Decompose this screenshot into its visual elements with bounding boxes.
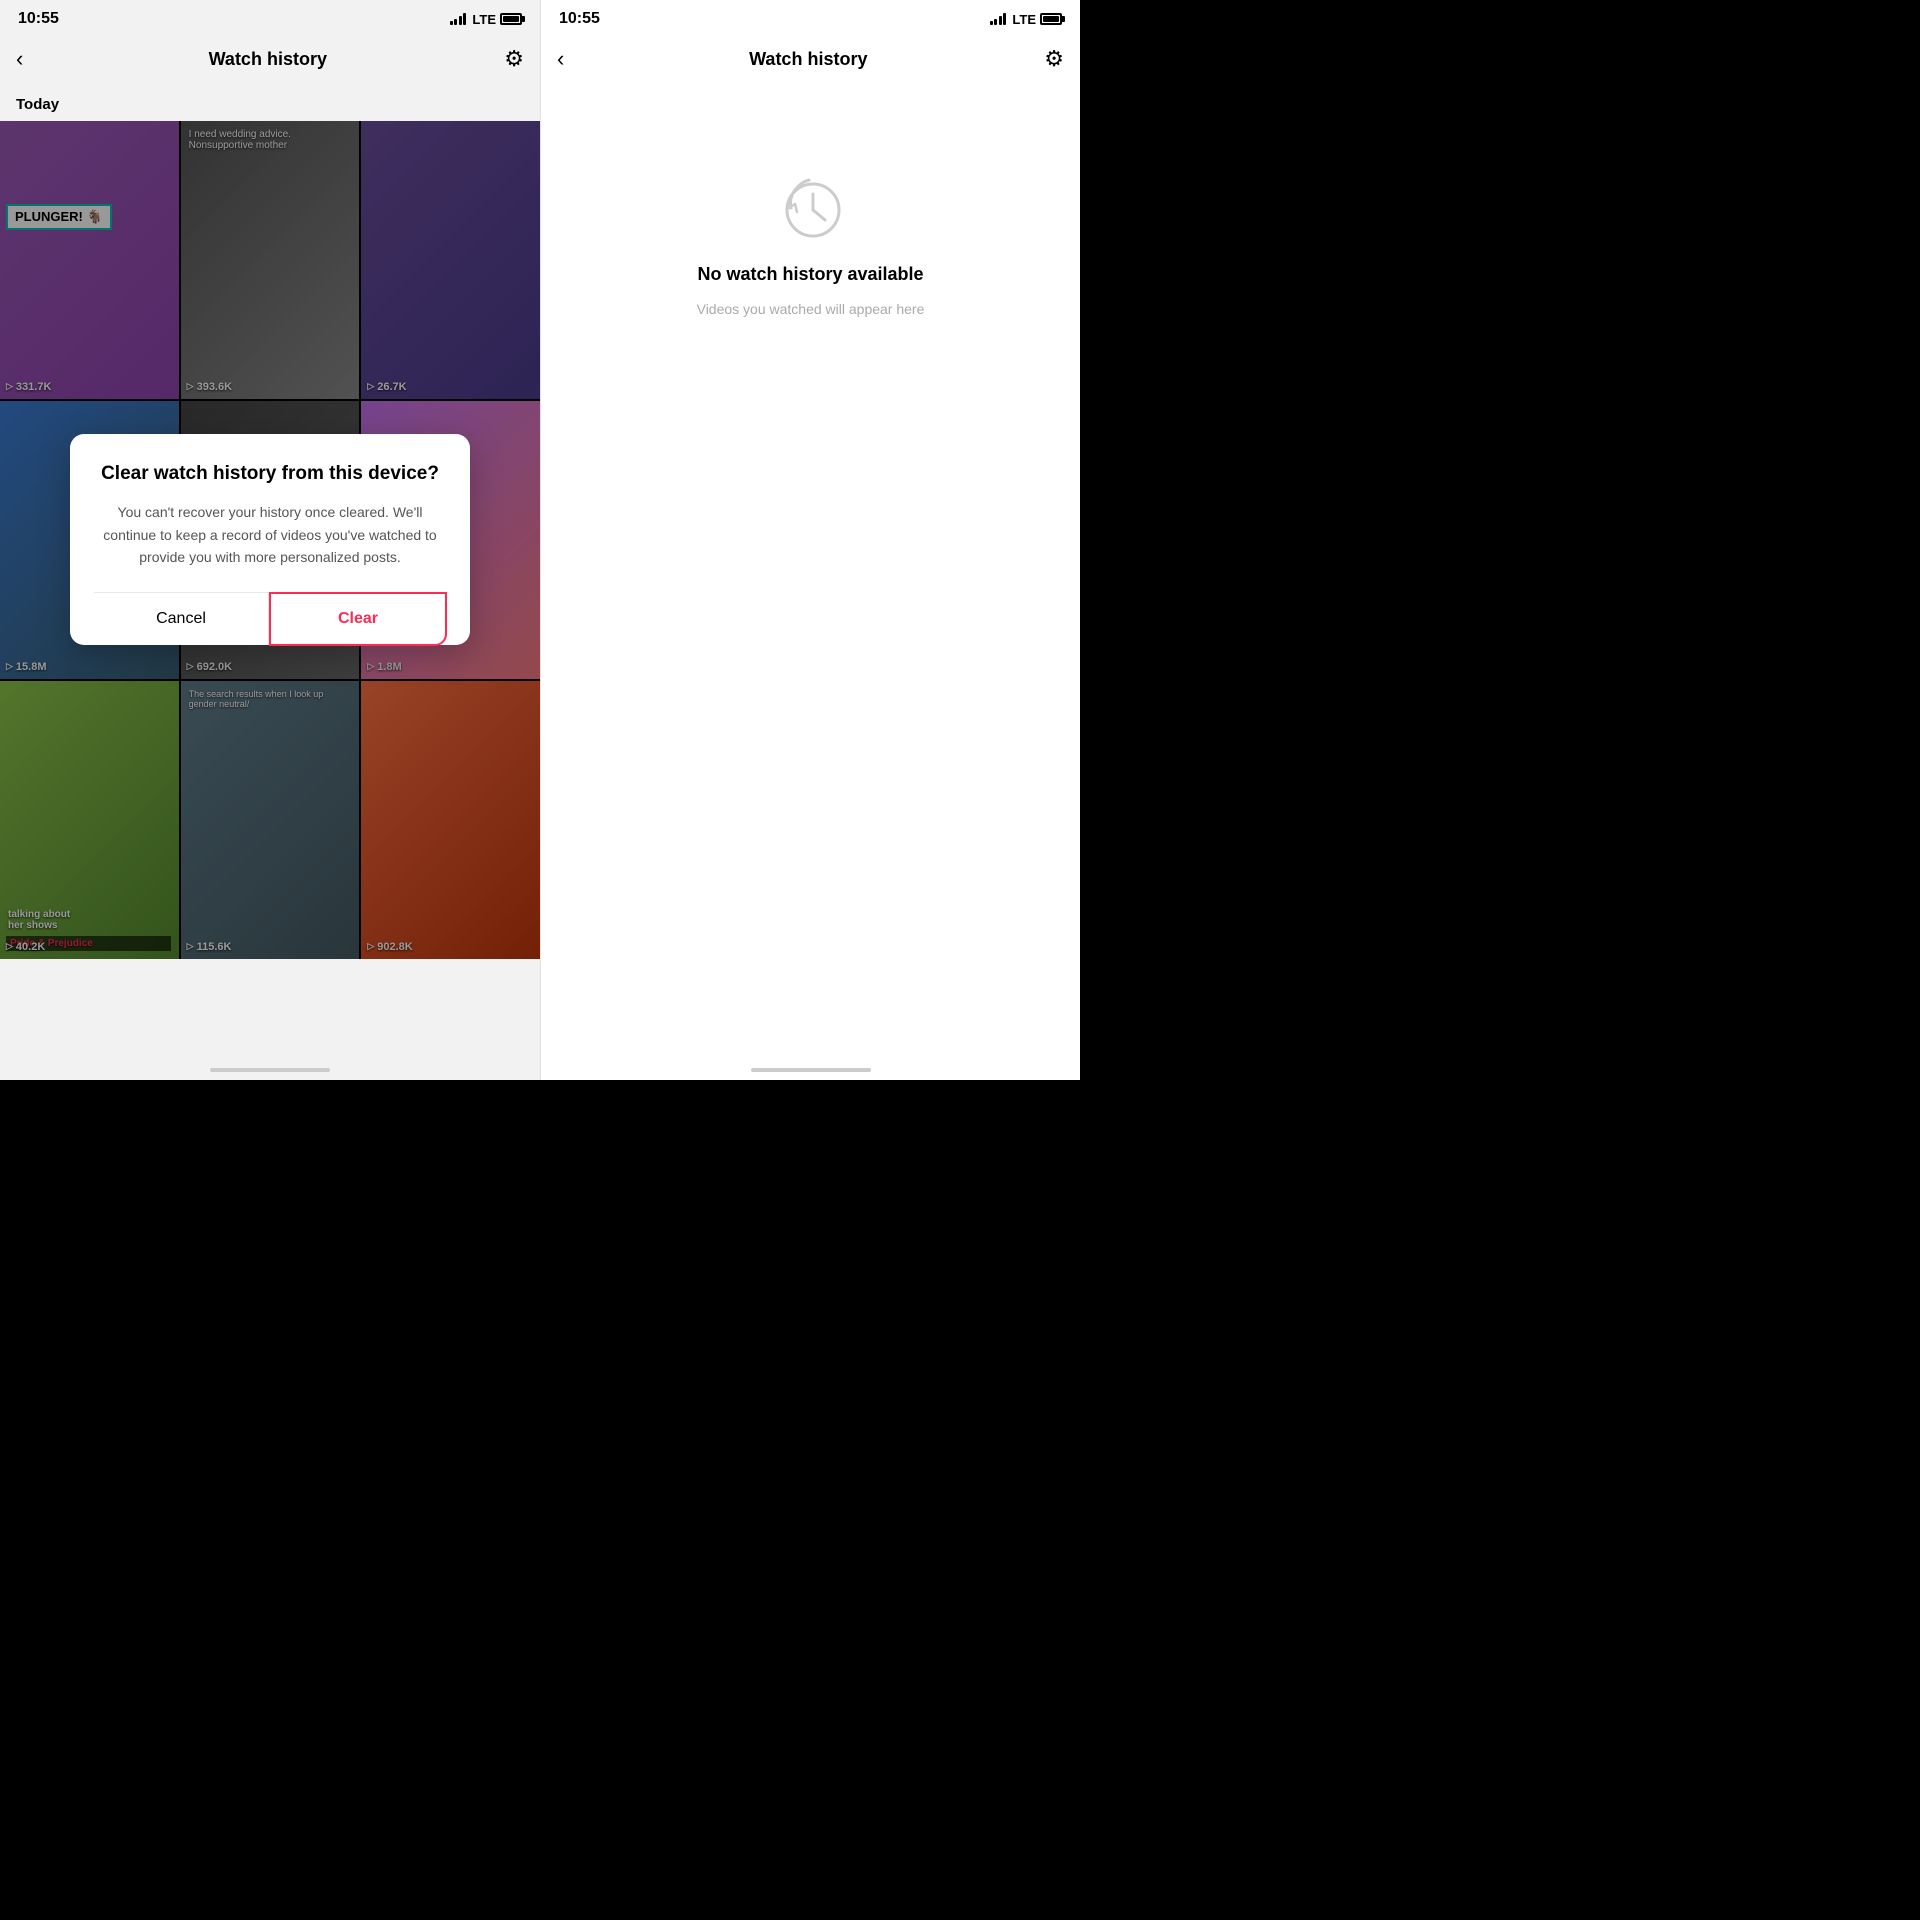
modal-body: You can't recover your history once clea…: [94, 501, 446, 568]
right-home-indicator: [751, 1068, 871, 1072]
left-settings-icon[interactable]: ⚙: [504, 46, 524, 72]
left-page-title: Watch history: [209, 49, 327, 70]
modal-actions: Cancel Clear: [94, 592, 446, 645]
left-status-bar: 10:55 LTE: [0, 0, 540, 34]
left-status-icons: LTE: [450, 12, 522, 27]
empty-subtitle: Videos you watched will appear here: [697, 301, 925, 317]
right-status-icons: LTE: [990, 12, 1062, 27]
left-phone: 10:55 LTE ‹ Watch history ⚙ Today PLU: [0, 0, 540, 1080]
right-status-bar: 10:55 LTE: [541, 0, 1080, 34]
left-nav-bar: ‹ Watch history ⚙: [0, 34, 540, 88]
left-time: 10:55: [18, 10, 59, 28]
empty-title: No watch history available: [697, 264, 923, 285]
video-grid-container: PLUNGER! 🐐 ▷ 331.7K I need wedding advic…: [0, 121, 540, 959]
right-signal-bars-icon: [990, 13, 1007, 25]
clear-history-modal: Clear watch history from this device? Yo…: [70, 434, 470, 645]
right-page-title: Watch history: [749, 49, 867, 70]
left-back-button[interactable]: ‹: [16, 42, 31, 76]
modal-title: Clear watch history from this device?: [94, 462, 446, 487]
lte-label: LTE: [472, 12, 496, 27]
right-nav-bar: ‹ Watch history ⚙: [541, 34, 1080, 88]
right-battery-icon: [1040, 13, 1062, 25]
right-settings-icon[interactable]: ⚙: [1044, 46, 1064, 72]
battery-icon: [500, 13, 522, 25]
right-back-button[interactable]: ‹: [557, 42, 572, 76]
history-icon-wrap: [771, 168, 851, 248]
left-home-indicator: [210, 1068, 330, 1072]
cancel-button[interactable]: Cancel: [94, 593, 269, 645]
signal-bars-icon: [450, 13, 467, 25]
right-phone: 10:55 LTE ‹ Watch history ⚙: [540, 0, 1080, 1080]
history-clock-icon: [775, 172, 847, 244]
modal-overlay: Clear watch history from this device? Yo…: [0, 121, 540, 959]
right-lte-label: LTE: [1012, 12, 1036, 27]
section-today: Today: [0, 88, 540, 121]
clear-button[interactable]: Clear: [269, 592, 447, 646]
right-time: 10:55: [559, 10, 600, 28]
empty-state-container: No watch history available Videos you wa…: [541, 88, 1080, 397]
